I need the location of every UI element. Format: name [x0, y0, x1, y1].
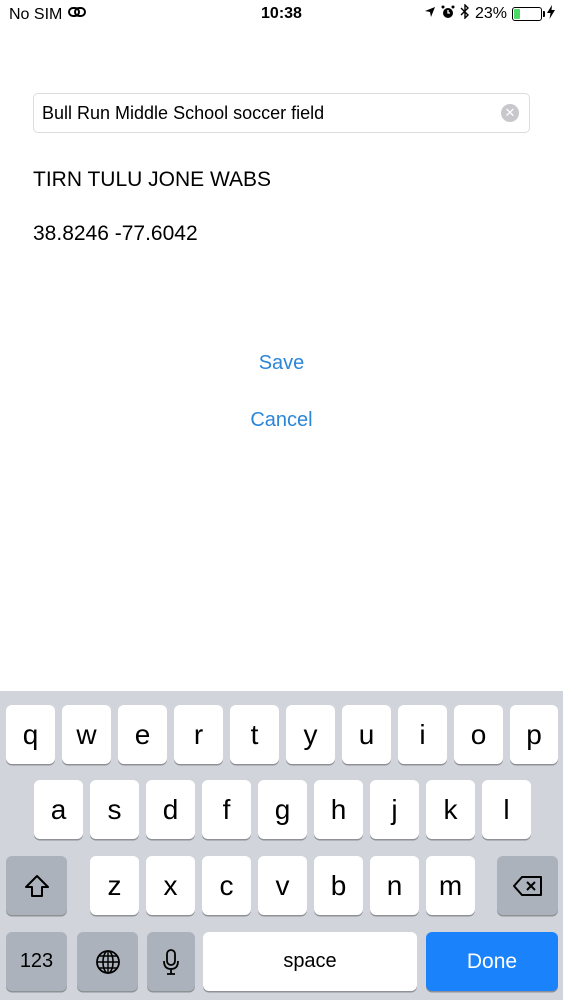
- key-m[interactable]: m: [426, 856, 475, 915]
- charging-icon: [547, 4, 555, 24]
- key-j[interactable]: j: [370, 780, 419, 839]
- place-name: TIRN TULU JONE WABS: [33, 168, 272, 191]
- status-right: 23%: [424, 3, 555, 24]
- key-p[interactable]: p: [510, 705, 558, 764]
- key-w[interactable]: w: [62, 705, 111, 764]
- save-button[interactable]: Save: [0, 352, 563, 375]
- key-h[interactable]: h: [314, 780, 363, 839]
- numbers-key[interactable]: 123: [6, 932, 67, 991]
- alarm-icon: [441, 5, 455, 24]
- bluetooth-icon: [460, 3, 470, 24]
- key-b[interactable]: b: [314, 856, 363, 915]
- microphone-icon: [163, 948, 179, 975]
- search-input[interactable]: [42, 94, 492, 132]
- clear-icon[interactable]: ✕: [501, 104, 519, 122]
- status-bar: No SIM 10:38 23%: [0, 0, 563, 30]
- location-icon: [424, 5, 436, 23]
- backspace-key[interactable]: [497, 856, 558, 915]
- key-n[interactable]: n: [370, 856, 419, 915]
- backspace-icon: [512, 875, 542, 896]
- globe-icon: [95, 949, 120, 974]
- key-c[interactable]: c: [202, 856, 251, 915]
- battery-level-fill: [514, 9, 521, 19]
- key-v[interactable]: v: [258, 856, 307, 915]
- shift-key[interactable]: [6, 856, 67, 915]
- key-u[interactable]: u: [342, 705, 391, 764]
- key-f[interactable]: f: [202, 780, 251, 839]
- space-key[interactable]: space: [203, 932, 417, 991]
- key-z[interactable]: z: [90, 856, 139, 915]
- key-t[interactable]: t: [230, 705, 279, 764]
- shift-icon: [24, 874, 49, 897]
- keyboard: q w e r t y u i o p a s d f g h j k l z …: [0, 691, 563, 1000]
- battery-icon: [512, 7, 545, 21]
- key-g[interactable]: g: [258, 780, 307, 839]
- key-r[interactable]: r: [174, 705, 223, 764]
- battery-percent: 23%: [474, 5, 507, 22]
- dictation-key[interactable]: [147, 932, 195, 991]
- globe-key[interactable]: [77, 932, 138, 991]
- key-e[interactable]: e: [118, 705, 167, 764]
- key-x[interactable]: x: [146, 856, 195, 915]
- key-d[interactable]: d: [146, 780, 195, 839]
- key-o[interactable]: o: [454, 705, 503, 764]
- key-s[interactable]: s: [90, 780, 139, 839]
- done-key[interactable]: Done: [426, 932, 558, 991]
- key-a[interactable]: a: [34, 780, 83, 839]
- key-i[interactable]: i: [398, 705, 447, 764]
- key-k[interactable]: k: [426, 780, 475, 839]
- key-q[interactable]: q: [6, 705, 55, 764]
- key-l[interactable]: l: [482, 780, 531, 839]
- cancel-button[interactable]: Cancel: [0, 409, 563, 432]
- search-field[interactable]: ✕: [33, 93, 530, 133]
- key-y[interactable]: y: [286, 705, 335, 764]
- coordinates: 38.8246 -77.6042: [33, 222, 198, 245]
